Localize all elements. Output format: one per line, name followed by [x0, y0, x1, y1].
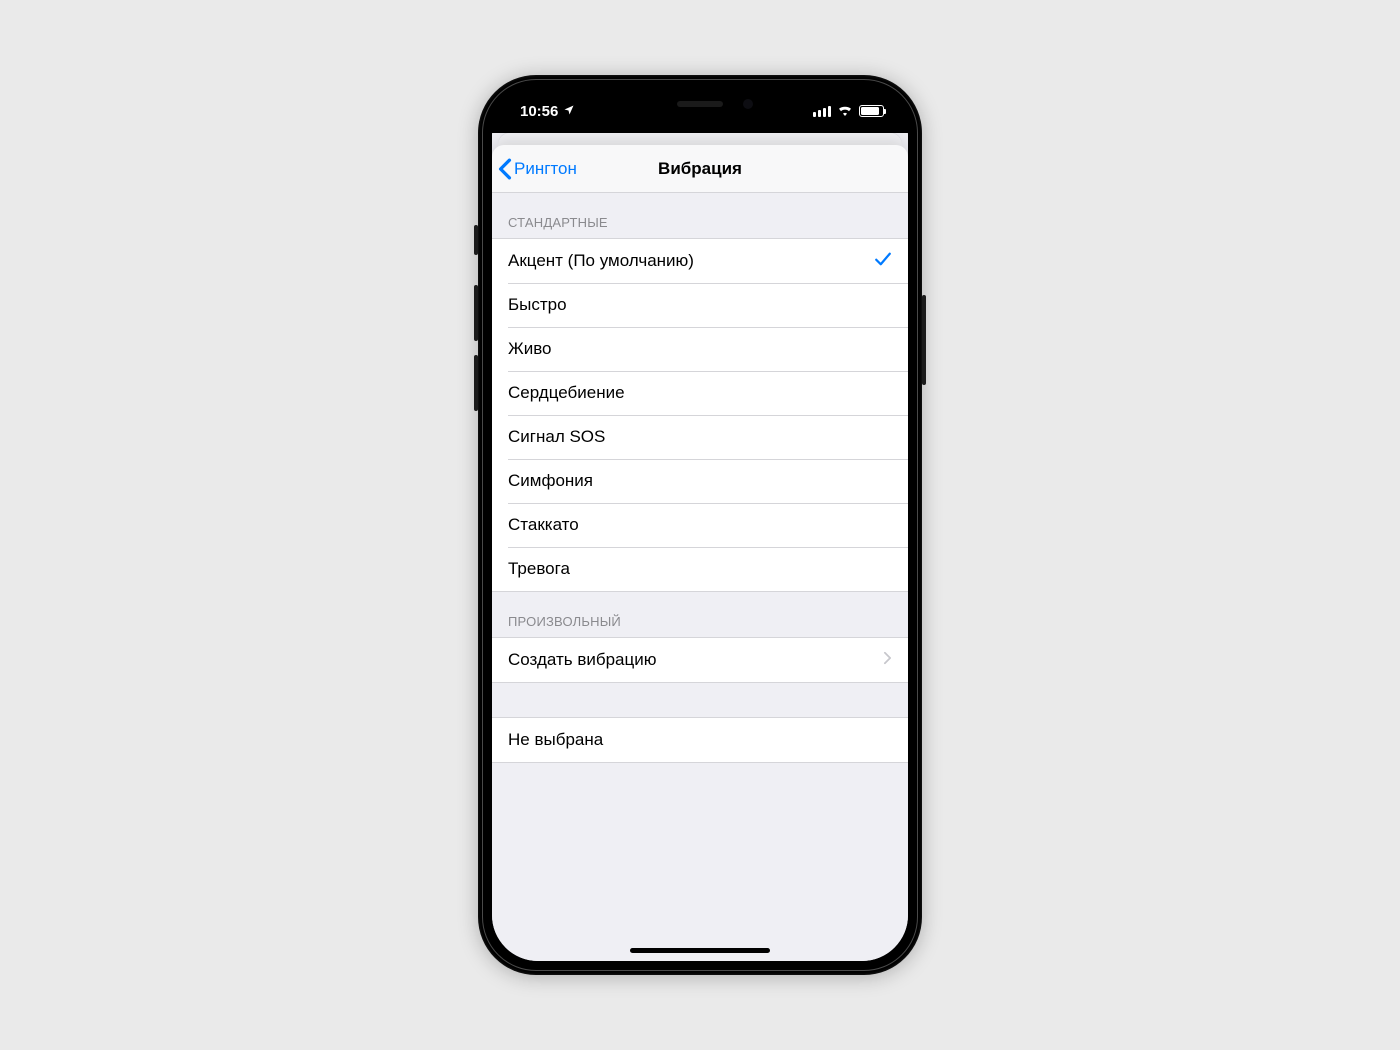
checkmark-icon: [874, 251, 892, 272]
create-label: Создать вибрацию: [508, 650, 656, 670]
speaker-grille: [677, 101, 723, 107]
custom-vibrations-list: Создать вибрацию: [492, 637, 908, 683]
vibration-option-symphony[interactable]: Симфония: [492, 459, 908, 503]
back-button[interactable]: Рингтон: [492, 158, 577, 180]
chevron-left-icon: [498, 158, 512, 180]
option-label: Акцент (По умолчанию): [508, 251, 694, 271]
front-camera: [743, 99, 753, 109]
vibration-option-accent[interactable]: Акцент (По умолчанию): [492, 239, 908, 283]
option-label: Тревога: [508, 559, 570, 579]
mute-switch: [474, 225, 478, 255]
option-label: Стаккато: [508, 515, 579, 535]
vibration-option-none[interactable]: Не выбрана: [492, 718, 908, 762]
vibration-option-quick[interactable]: Быстро: [492, 283, 908, 327]
option-label: Сигнал SOS: [508, 427, 605, 447]
iphone-frame: 10:56 Рингто: [478, 75, 922, 975]
volume-down-button: [474, 355, 478, 411]
section-header-custom: ПРОИЗВОЛЬНЫЙ: [492, 592, 908, 637]
app-surface: Рингтон Вибрация СТАНДАРТНЫЕ Акцент (По …: [492, 133, 908, 961]
vibration-option-sos[interactable]: Сигнал SOS: [492, 415, 908, 459]
option-label: Симфония: [508, 471, 593, 491]
vibration-option-alert[interactable]: Тревога: [492, 547, 908, 591]
option-label: Быстро: [508, 295, 567, 315]
location-arrow-icon: [563, 103, 575, 120]
notch: [595, 89, 805, 119]
standard-vibrations-list: Акцент (По умолчанию) Быстро Живо Сердце…: [492, 238, 908, 592]
side-button: [922, 295, 926, 385]
volume-up-button: [474, 285, 478, 341]
battery-icon: [859, 105, 884, 117]
option-label: Сердцебиение: [508, 383, 625, 403]
vibration-option-lively[interactable]: Живо: [492, 327, 908, 371]
option-label: Живо: [508, 339, 552, 359]
option-label: Не выбрана: [508, 730, 603, 750]
vibration-option-heartbeat[interactable]: Сердцебиение: [492, 371, 908, 415]
navigation-bar: Рингтон Вибрация: [492, 145, 908, 193]
none-list: Не выбрана: [492, 717, 908, 763]
vibration-option-staccato[interactable]: Стаккато: [492, 503, 908, 547]
back-label: Рингтон: [514, 159, 577, 179]
page-title: Вибрация: [658, 159, 742, 179]
cellular-signal-icon: [813, 106, 831, 117]
status-time: 10:56: [520, 103, 558, 120]
create-vibration-button[interactable]: Создать вибрацию: [492, 638, 908, 682]
settings-card: Рингтон Вибрация СТАНДАРТНЫЕ Акцент (По …: [492, 145, 908, 961]
screen: 10:56 Рингто: [492, 89, 908, 961]
section-gap: [492, 683, 908, 717]
home-indicator[interactable]: [630, 948, 770, 953]
chevron-right-icon: [883, 650, 892, 670]
wifi-icon: [837, 103, 853, 120]
section-header-standard: СТАНДАРТНЫЕ: [492, 193, 908, 238]
